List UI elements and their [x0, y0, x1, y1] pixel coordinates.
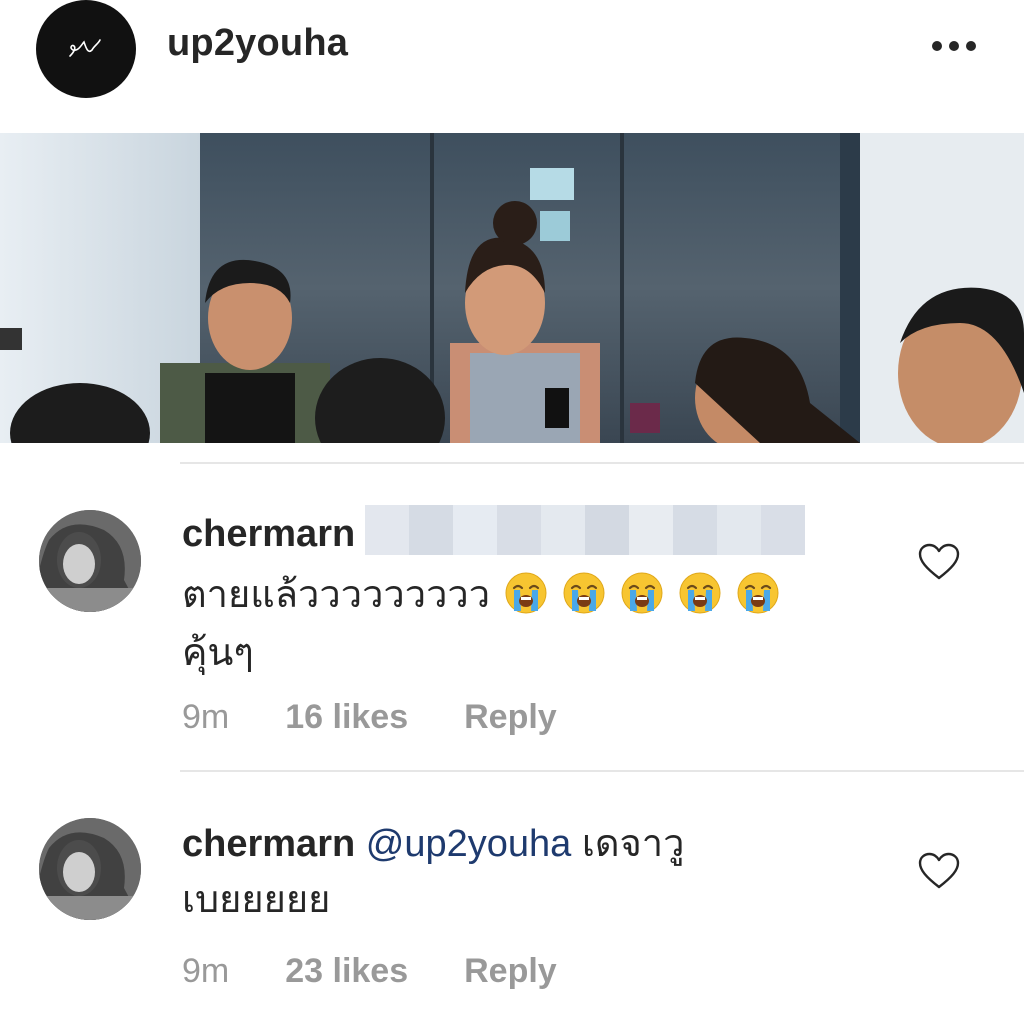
- loudly-crying-face-emoji: [621, 572, 663, 614]
- reply-button[interactable]: Reply: [464, 698, 557, 736]
- comment-time: 9m: [182, 698, 230, 736]
- comment-meta: 9m 23 likes Reply: [182, 952, 613, 991]
- profile-avatar[interactable]: [36, 0, 136, 98]
- more-options-icon[interactable]: [932, 38, 976, 54]
- likes-count[interactable]: 23 likes: [285, 952, 408, 990]
- loudly-crying-face-emoji: [679, 572, 721, 614]
- comment-line-2: เบยยยยย: [182, 879, 331, 921]
- reply-button[interactable]: Reply: [464, 952, 557, 990]
- comment-line-2: คุ้นๆ: [182, 631, 254, 674]
- post-header: up2youha: [0, 0, 1024, 130]
- video-thumbnail[interactable]: [0, 133, 1024, 443]
- post-username[interactable]: up2youha: [167, 22, 348, 65]
- redacted-mention: [365, 504, 806, 555]
- comment-line-1: เดจาวู: [581, 823, 685, 865]
- loudly-crying-face-emoji: [505, 572, 547, 614]
- comment-username[interactable]: chermarn: [182, 823, 355, 865]
- comment-time: 9m: [182, 952, 230, 990]
- loudly-crying-face-emoji: [737, 572, 779, 614]
- comment-line-1: ตายแล้ววววววววว: [182, 573, 491, 616]
- comment-mention[interactable]: @up2youha: [366, 823, 572, 865]
- loudly-crying-face-emoji: [563, 572, 605, 614]
- heart-outline-icon[interactable]: [918, 543, 960, 581]
- heart-outline-icon[interactable]: [918, 852, 960, 890]
- comment-username[interactable]: chermarn: [182, 513, 355, 555]
- signature-logo-icon: [69, 39, 101, 57]
- likes-count[interactable]: 16 likes: [285, 698, 408, 736]
- divider: [180, 770, 1024, 772]
- commenter-avatar[interactable]: [39, 510, 141, 612]
- comment-text: chermarn @up2youha เดจาวู เบยยยยย: [182, 818, 882, 926]
- divider: [180, 462, 1024, 464]
- comment-meta: 9m 16 likes Reply: [182, 698, 613, 737]
- comment-text: chermarn ตายแล้ววววววววว คุ้นๆ: [182, 504, 882, 679]
- emoji-group: [490, 572, 780, 616]
- commenter-avatar[interactable]: [39, 818, 141, 920]
